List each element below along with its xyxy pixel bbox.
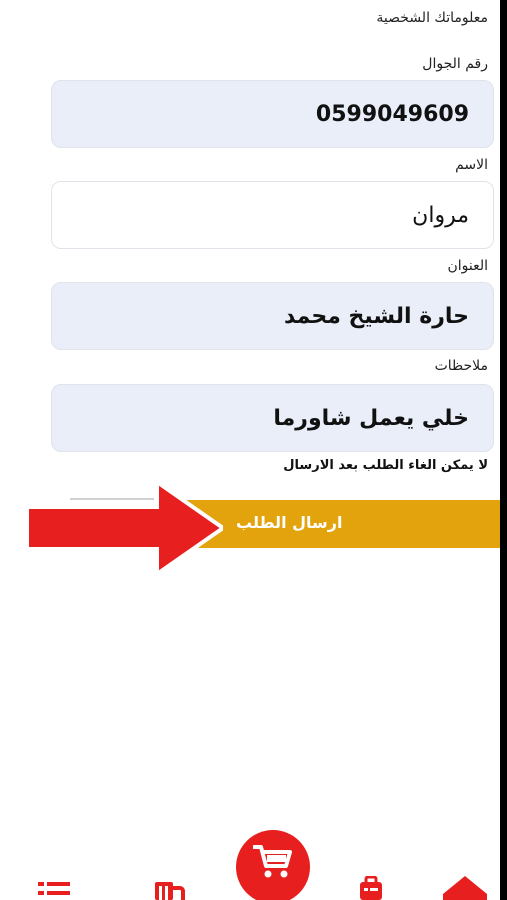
menu-icon[interactable] <box>153 878 187 900</box>
name-label: الاسم <box>455 157 488 173</box>
notes-label: ملاحظات <box>434 358 488 374</box>
cart-icon <box>253 845 292 878</box>
orders-icon[interactable] <box>357 876 387 900</box>
list-icon[interactable] <box>38 880 72 900</box>
address-field[interactable]: حارة الشيخ محمد <box>51 282 494 350</box>
cart-button[interactable] <box>236 830 310 900</box>
notes-field[interactable]: خلي يعمل شاورما <box>51 384 494 452</box>
phone-label: رقم الجوال <box>422 56 488 72</box>
submit-order-label: ارسال الطلب <box>236 513 343 532</box>
notes-value: خلي يعمل شاورما <box>273 405 469 431</box>
section-title: معلوماتك الشخصية <box>376 10 488 26</box>
phone-value: 0599049609 <box>315 101 469 127</box>
phone-field[interactable]: 0599049609 <box>51 80 494 148</box>
checkout-screen: معلوماتك الشخصية رقم الجوال 0599049609 ا… <box>0 0 500 900</box>
address-value: حارة الشيخ محمد <box>283 303 469 329</box>
red-arrow-icon <box>27 482 223 574</box>
cancel-warning: لا يمكن الغاء الطلب بعد الارسال <box>283 458 488 473</box>
address-label: العنوان <box>447 258 488 274</box>
home-icon[interactable] <box>443 876 487 900</box>
name-field[interactable]: مروان <box>51 181 494 249</box>
name-value: مروان <box>412 202 469 228</box>
